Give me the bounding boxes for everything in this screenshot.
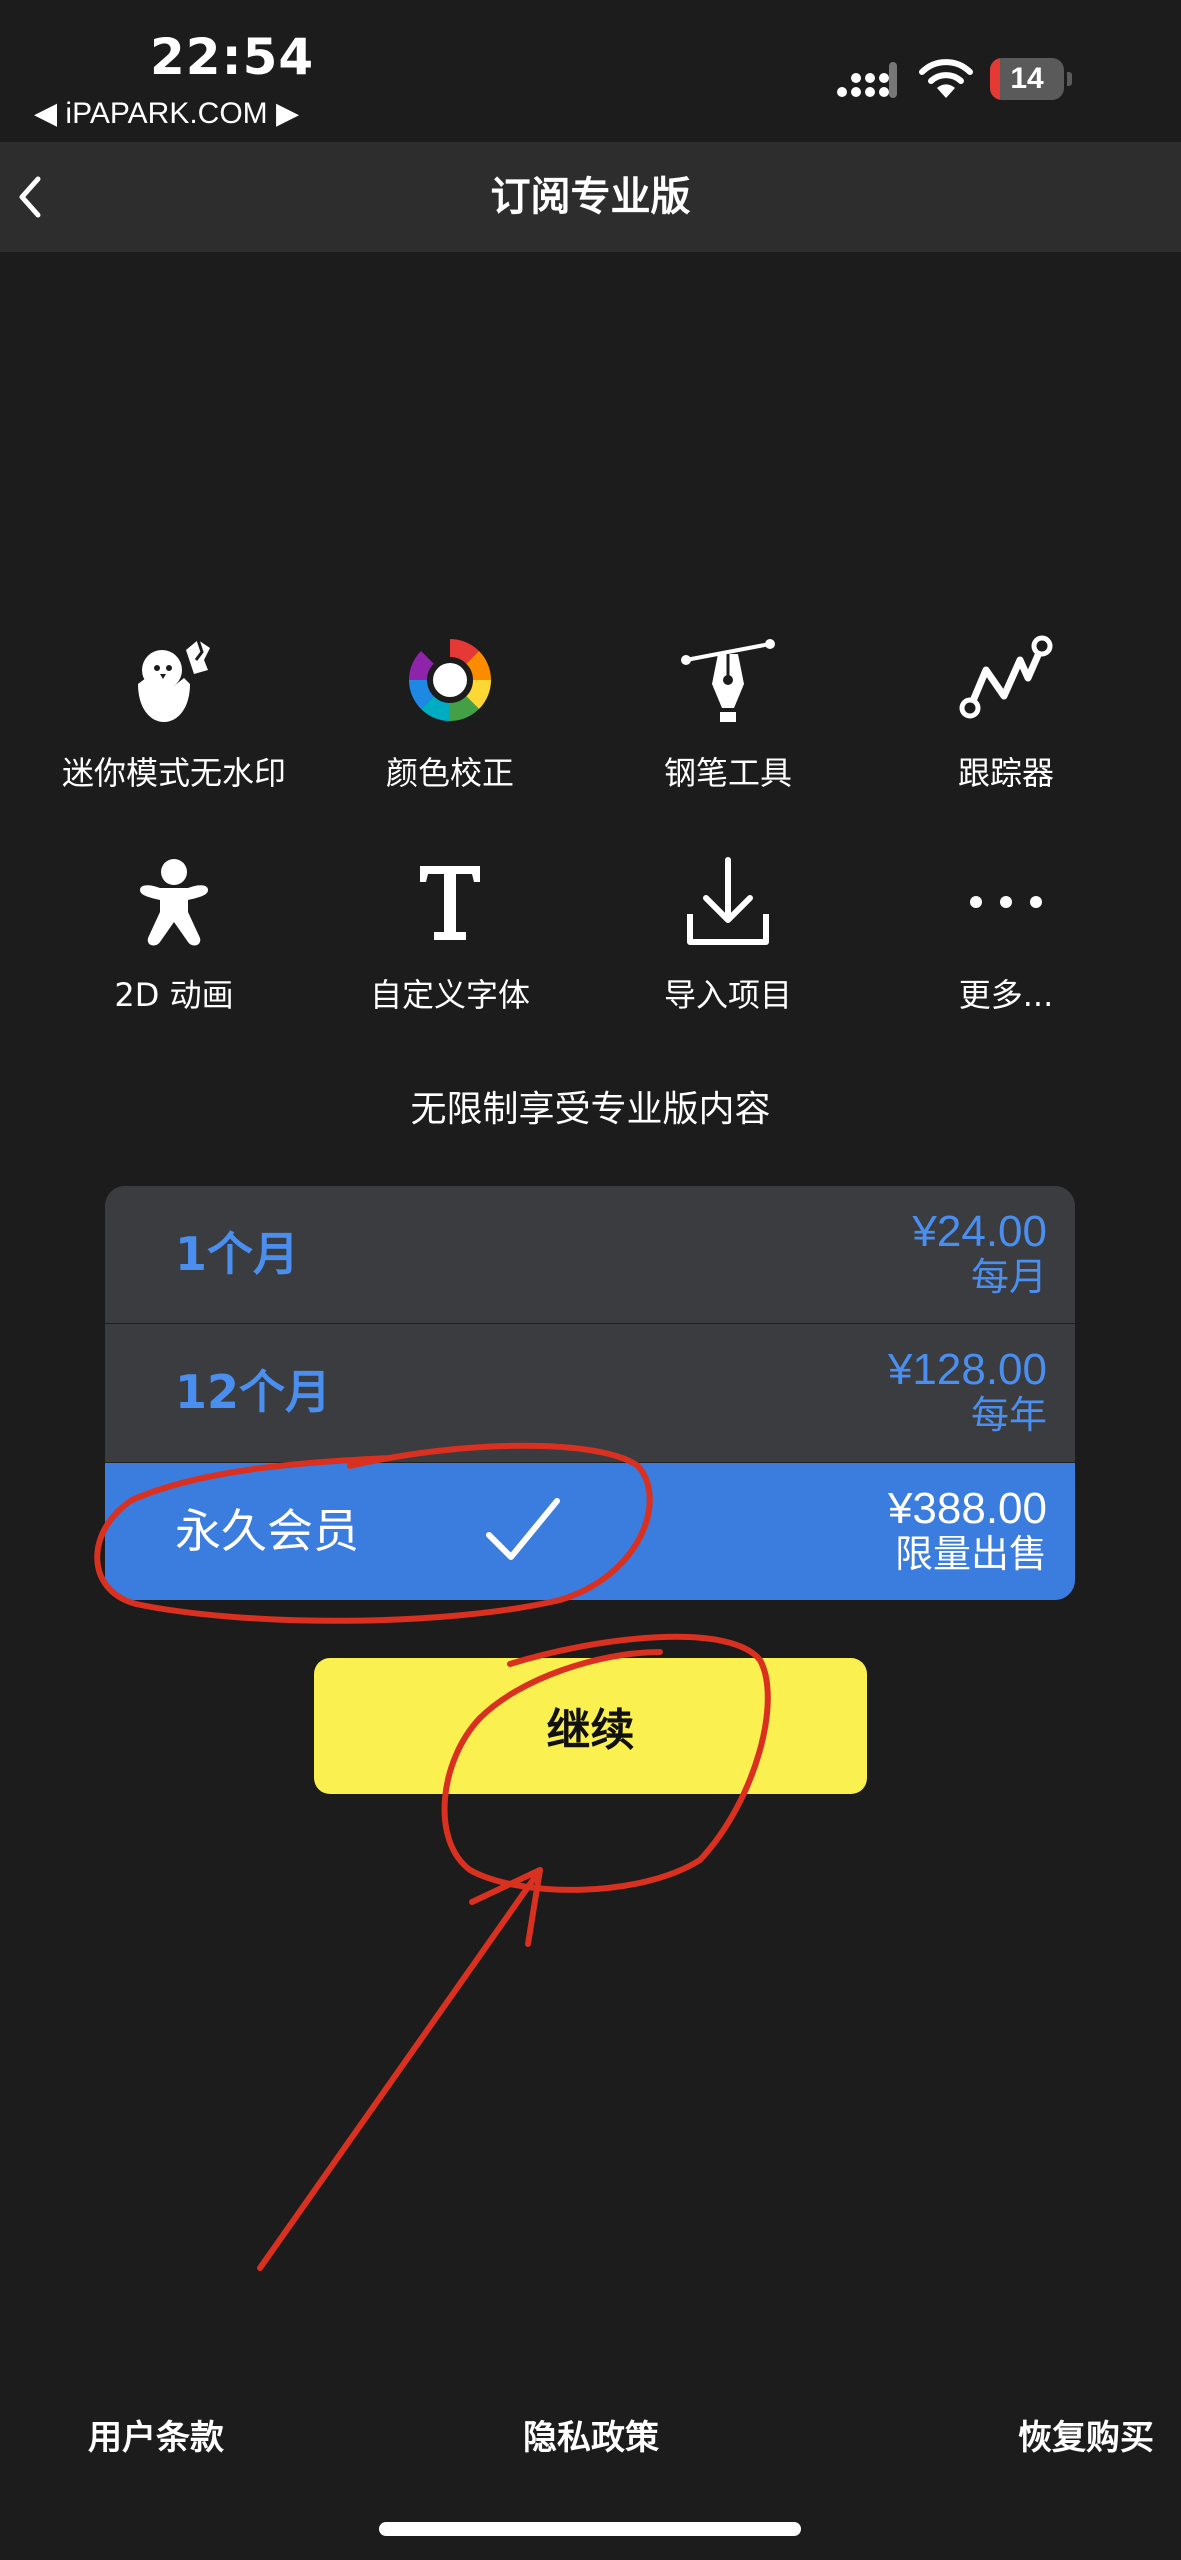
home-indicator (379, 2522, 801, 2536)
privacy-link[interactable]: 隐私政策 (523, 2410, 659, 2459)
feature-2d-animation: 2D 动画 (34, 852, 314, 1016)
plan-period: 每年 (970, 1393, 1047, 1437)
status-time: 22:54 (150, 28, 315, 86)
cellular-signal-icon (837, 62, 897, 98)
arrow-line (257, 1867, 543, 2271)
feature-label: 颜色校正 (385, 754, 514, 792)
feature-more: 更多... (866, 852, 1146, 1016)
tracker-icon (959, 635, 1053, 719)
color-wheel-icon (409, 639, 491, 721)
feature-label: 2D 动画 (114, 976, 234, 1014)
feature-label: 导入项目 (663, 976, 792, 1014)
feature-pen-tool: 钢笔工具 (588, 630, 868, 794)
feature-tracker: 跟踪器 (866, 630, 1146, 794)
battery-level: 14 (1010, 62, 1044, 95)
battery-cap (1067, 72, 1072, 86)
plan-price: ¥24.00 (912, 1207, 1047, 1256)
plan-price: ¥388.00 (887, 1484, 1047, 1533)
promo-text: 无限制享受专业版内容 (410, 1089, 771, 1130)
navigation-bar: 订阅专业版 (0, 142, 1181, 252)
feature-label: 跟踪器 (957, 754, 1054, 792)
figure-icon (140, 859, 208, 946)
more-icon (970, 896, 1042, 908)
feature-label: 钢笔工具 (663, 754, 792, 792)
feature-no-watermark: 迷你模式无水印 (34, 630, 314, 794)
font-icon (420, 866, 480, 940)
plan-period: 限量出售 (894, 1532, 1047, 1576)
status-carrier: ◀ iPAPARK.COM ▶ (34, 97, 300, 130)
battery-icon: 14 (990, 58, 1072, 100)
continue-button[interactable]: 继续 (314, 1658, 867, 1794)
pen-tool-icon (681, 639, 775, 722)
plan-option-lifetime[interactable]: 永久会员 ¥388.00 限量出售 (105, 1463, 1075, 1600)
checkmark-icon (486, 1498, 560, 1560)
plan-name: 1个月 (175, 1227, 300, 1281)
plan-price: ¥128.00 (887, 1345, 1047, 1394)
wifi-icon (919, 59, 973, 98)
feature-custom-font: 自定义字体 (310, 852, 590, 1016)
import-icon (687, 857, 769, 945)
page-title: 订阅专业版 (490, 174, 691, 220)
plan-name: 永久会员 (175, 1504, 359, 1558)
feature-label: 自定义字体 (369, 976, 530, 1014)
screen: 22:54 ◀ iPAPARK.COM ▶ 14 订阅专业版 迷你模式无水印 颜… (0, 0, 1181, 2560)
feature-color-correction: 颜色校正 (310, 630, 590, 794)
plan-list: 1个月 ¥24.00 每月 12个月 ¥128.00 每年 永久会员 ¥388.… (105, 1186, 1075, 1600)
restore-purchase-link[interactable]: 恢复购买 (1018, 2410, 1154, 2459)
battery-body: 14 (990, 58, 1064, 100)
feature-label: 更多... (958, 976, 1054, 1014)
arrow-head (469, 1867, 543, 1947)
feature-label: 迷你模式无水印 (61, 754, 286, 792)
plan-option-1-month[interactable]: 1个月 ¥24.00 每月 (105, 1186, 1075, 1323)
feature-import-project: 导入项目 (588, 852, 868, 1016)
egg-chick-icon (138, 639, 210, 722)
terms-link[interactable]: 用户条款 (88, 2410, 224, 2459)
plan-name: 12个月 (175, 1365, 332, 1419)
plan-option-12-months[interactable]: 12个月 ¥128.00 每年 (105, 1324, 1075, 1461)
plan-period: 每月 (970, 1255, 1047, 1299)
